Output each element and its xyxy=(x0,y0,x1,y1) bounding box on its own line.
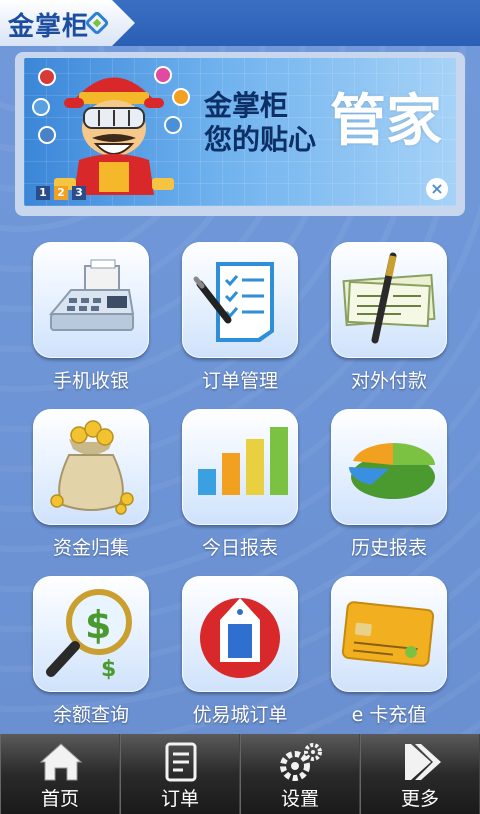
tile-label: 余额查询 xyxy=(52,704,129,726)
tile-balance-query[interactable]: $ $ xyxy=(33,576,149,692)
banner-big-text: 管家 xyxy=(330,89,442,154)
banner-close-icon[interactable]: × xyxy=(426,178,448,200)
tile-history-report[interactable] xyxy=(331,409,447,525)
app-header: 金掌柜 xyxy=(0,0,480,46)
nav-home[interactable]: 首页 xyxy=(0,734,120,814)
magnifier-dollar-icon: $ $ xyxy=(46,589,132,682)
tile-fund-collection[interactable] xyxy=(33,409,149,525)
tile-ecard-recharge[interactable] xyxy=(331,576,447,692)
nav-settings[interactable]: 设置 xyxy=(240,734,360,814)
tile-label: 手机收银 xyxy=(52,370,129,392)
pager-dot-2[interactable]: 2 xyxy=(54,186,68,200)
pie-chart-icon xyxy=(348,443,435,499)
tile-external-payment[interactable] xyxy=(331,242,447,358)
svg-text:$: $ xyxy=(101,657,116,682)
tile-today-report[interactable] xyxy=(182,409,298,525)
banner-orb-icon xyxy=(172,88,190,106)
tile-label: 历史报表 xyxy=(350,537,427,559)
svg-text:$: $ xyxy=(85,603,111,647)
banner-subheadline: 您的贴心 xyxy=(204,123,317,156)
banner-orb-icon xyxy=(154,66,172,84)
cash-register-icon xyxy=(48,259,135,331)
nav-label: 首页 xyxy=(40,788,79,810)
tile-label: 今日报表 xyxy=(201,537,278,559)
logo: 金掌柜 xyxy=(0,0,135,46)
credit-card-icon xyxy=(341,601,435,667)
order-icon xyxy=(165,742,197,782)
gears-icon xyxy=(280,743,322,781)
bar-chart-icon xyxy=(198,427,288,495)
banner-frame: 管家 金掌柜 您的贴心 1 2 3 × xyxy=(15,52,465,216)
home-icon xyxy=(39,743,83,781)
tile-order-management[interactable] xyxy=(182,242,298,358)
tile-mobile-cashier[interactable] xyxy=(33,242,149,358)
logo-text: 金掌柜 xyxy=(8,12,90,42)
arrow-right-icon xyxy=(405,744,441,780)
banner-orb-icon xyxy=(164,116,182,134)
banner-orb-icon xyxy=(32,98,50,116)
pager-dot-1[interactable]: 1 xyxy=(36,186,50,200)
check-pen-icon xyxy=(342,252,436,344)
tile-youyicheng-order[interactable] xyxy=(182,576,298,692)
nav-more[interactable]: 更多 xyxy=(360,734,480,814)
tile-label: 优易城订单 xyxy=(192,704,288,726)
nav-label: 设置 xyxy=(280,788,319,810)
nav-orders[interactable]: 订单 xyxy=(120,734,240,814)
tile-label: 对外付款 xyxy=(350,370,427,392)
banner-orb-icon xyxy=(38,68,56,86)
pager-dot-3[interactable]: 3 xyxy=(72,186,86,200)
banner-pager: 1 2 3 xyxy=(36,186,86,200)
checklist-icon xyxy=(193,262,274,342)
tile-label: e 卡充值 xyxy=(351,704,427,726)
nav-label: 订单 xyxy=(160,788,199,810)
banner-orb-icon xyxy=(38,126,56,144)
promo-banner[interactable]: 管家 金掌柜 您的贴心 1 2 3 × xyxy=(24,58,456,206)
tile-label: 资金归集 xyxy=(52,537,129,559)
bottom-nav: 首页 订单 设置 更多 xyxy=(0,734,480,814)
tile-label: 订单管理 xyxy=(201,370,278,392)
nav-label: 更多 xyxy=(400,788,439,810)
money-bag-icon xyxy=(50,420,134,515)
shop-bag-icon xyxy=(200,598,280,678)
